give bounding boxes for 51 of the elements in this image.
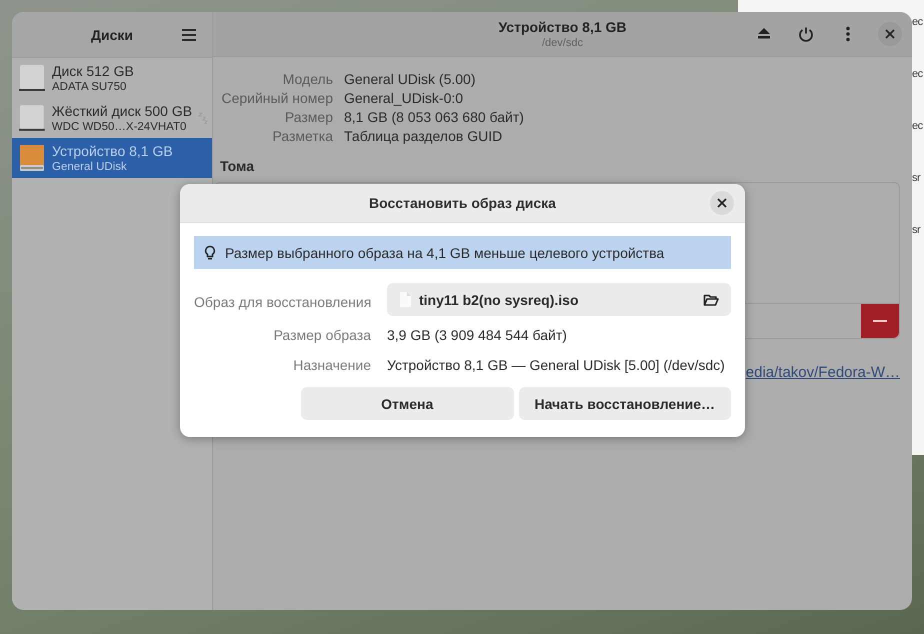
drive-model: WDC WD50…X-24VHAT0: [52, 120, 188, 134]
property-value: 8,1 GB (8 053 063 680 байт): [344, 108, 525, 127]
drive-name: Диск 512 GB: [52, 62, 134, 80]
drive-item[interactable]: Диск 512 GB ADATA SU750: [12, 58, 212, 98]
field-value: 3,9 GB (3 909 484 544 байт): [387, 326, 568, 345]
window-subtitle: /dev/sdc: [542, 36, 583, 50]
property-value: General_UDisk-0:0: [344, 89, 464, 108]
menu-icon: [181, 28, 197, 42]
minus-icon: [873, 320, 887, 322]
close-icon: [717, 198, 727, 208]
section-heading: Тома: [220, 158, 256, 174]
path-link[interactable]: edia/takov/Fedora-W…: [746, 364, 900, 381]
drive-icon: [18, 143, 46, 173]
sidebar-title: Диски: [91, 26, 133, 42]
close-icon: [885, 29, 895, 39]
field-value: Устройство 8,1 GB — General UDisk [5.00] (/dev/sdc): [387, 356, 726, 375]
field-label: Назначение: [292, 356, 371, 375]
drive-name: Устройство 8,1 GB: [52, 142, 173, 160]
drive-item[interactable]: Устройство 8,1 GB General UDisk: [12, 138, 212, 178]
window-title: Устройство 8,1 GB: [498, 18, 627, 36]
property-label: Разметка: [272, 127, 333, 146]
info-message: Размер выбранного образа на 4,1 GB меньше целевого устройства: [225, 244, 664, 260]
text-fragment: sr: [912, 172, 922, 186]
property-label: Модель: [282, 70, 333, 89]
folder-icon: [703, 292, 719, 306]
dialog-title: Восстановить образ диска: [369, 195, 556, 211]
close-button[interactable]: [710, 191, 734, 215]
property-value: General UDisk (5.00): [344, 70, 476, 89]
drive-model: General UDisk: [52, 160, 128, 174]
cancel-button[interactable]: Отмена: [301, 387, 514, 420]
lightbulb-icon: [204, 244, 216, 260]
remove-button[interactable]: [861, 304, 899, 338]
file-chooser-button[interactable]: tiny11 b2(no sysreq).iso: [387, 283, 731, 316]
text-fragment: ec: [912, 68, 924, 82]
text-fragment: ec: [912, 16, 924, 30]
drive-item[interactable]: Жёсткий диск 500 GB WDC WD50…X-24VHAT0: [12, 98, 212, 138]
field-label: Размер образа: [272, 326, 371, 345]
close-button[interactable]: [878, 22, 902, 46]
drive-icon: [18, 103, 46, 133]
text-fragment: sr: [912, 224, 922, 238]
drive-name: Жёсткий диск 500 GB: [52, 102, 192, 120]
text-fragment: ec: [912, 120, 924, 134]
property-label: Серийный номер: [220, 89, 333, 108]
property-label: Размер: [284, 108, 333, 127]
power-icon: [798, 26, 814, 42]
start-button[interactable]: Начать восстановление…: [518, 387, 731, 420]
file-icon: [399, 292, 411, 307]
drive-icon: [18, 63, 46, 93]
property-value: Таблица разделов GUID: [344, 127, 504, 146]
field-label: Образ для восстановления: [194, 294, 371, 310]
drive-model: ADATA SU750: [52, 80, 128, 94]
